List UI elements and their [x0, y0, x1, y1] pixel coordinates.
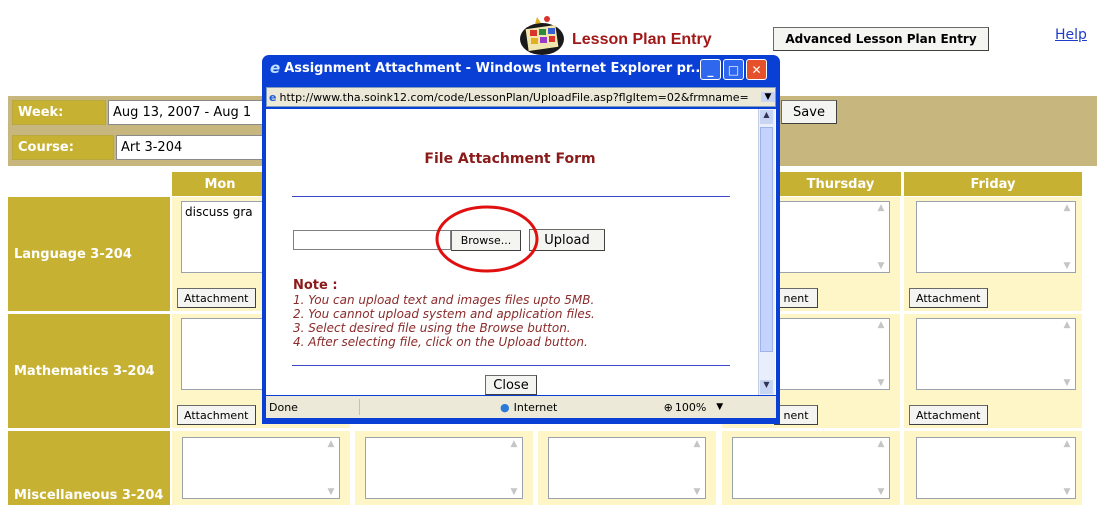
- day-header-thursday: Thursday: [780, 172, 901, 196]
- page-icon: e: [269, 90, 277, 104]
- row-label-language: Language 3-204: [8, 197, 170, 311]
- maximize-icon[interactable]: □: [723, 59, 744, 80]
- divider: [292, 196, 730, 197]
- textarea-miscellaneous-tuesday[interactable]: ▲ ▼: [365, 437, 523, 499]
- status-bar: Done ● Internet ⊕ 100% ▼: [266, 396, 776, 418]
- popup-content: File Attachment Form Browse... Upload No…: [266, 109, 776, 395]
- address-text: http://www.tha.soink12.com/code/LessonPl…: [279, 90, 749, 104]
- textarea-miscellaneous-thursday[interactable]: ▲ ▼: [732, 437, 890, 499]
- scroll-thumb[interactable]: [760, 127, 773, 352]
- day-header-monday: Mon: [172, 172, 268, 196]
- page-title: Lesson Plan Entry: [572, 31, 712, 48]
- zoom-level[interactable]: 100%: [675, 401, 706, 414]
- attachment-button[interactable]: nent: [774, 288, 818, 308]
- attachment-button[interactable]: Attachment: [909, 405, 988, 425]
- attachment-button[interactable]: Attachment: [177, 405, 256, 425]
- textarea-miscellaneous-monday[interactable]: ▲ ▼: [182, 437, 340, 499]
- close-button[interactable]: Close: [485, 375, 537, 395]
- row-label-mathematics: Mathematics 3-204: [8, 314, 170, 428]
- note-line: 3. Select desired file using the Browse …: [293, 321, 571, 335]
- textarea-miscellaneous-friday[interactable]: ▲ ▼: [916, 437, 1076, 499]
- help-link[interactable]: Help: [1055, 27, 1087, 43]
- globe-icon: ●: [500, 400, 510, 414]
- week-label: Week:: [12, 100, 106, 125]
- popup-title: Assignment Attachment - Windows Internet…: [284, 60, 706, 76]
- status-separator: [359, 399, 500, 415]
- divider: [292, 365, 730, 366]
- cell-mathematics-friday: ▲ ▼ Attachment: [904, 314, 1082, 428]
- status-done: Done: [269, 400, 298, 414]
- textarea-miscellaneous-wednesday[interactable]: ▲ ▼: [548, 437, 706, 499]
- cell-miscellaneous-wednesday: ▲ ▼: [538, 431, 716, 505]
- minimize-icon[interactable]: _: [700, 59, 721, 80]
- address-bar[interactable]: e http://www.tha.soink12.com/code/Lesson…: [266, 87, 776, 107]
- cell-miscellaneous-thursday: ▲ ▼: [722, 431, 900, 505]
- file-path-input[interactable]: [293, 230, 451, 250]
- attachment-button[interactable]: nent: [774, 405, 818, 425]
- status-zone: Internet: [513, 400, 558, 414]
- popup-titlebar: e Assignment Attachment - Windows Intern…: [270, 59, 705, 77]
- address-dropdown-icon[interactable]: ▼: [761, 92, 775, 102]
- week-select[interactable]: Aug 13, 2007 - Aug 1: [108, 100, 268, 125]
- cell-miscellaneous-monday: ▲ ▼: [172, 431, 350, 505]
- note-line: 1. You can upload text and images files …: [293, 293, 595, 307]
- day-header-friday: Friday: [904, 172, 1082, 196]
- row-label-miscellaneous: Miscellaneous 3-204: [8, 431, 170, 505]
- highlight-circle: [435, 205, 539, 273]
- ie-icon: e: [270, 59, 281, 77]
- note-heading: Note :: [293, 278, 338, 293]
- cell-miscellaneous-tuesday: ▲ ▼: [355, 431, 533, 505]
- course-select[interactable]: Art 3-204: [116, 135, 268, 160]
- scroll-up-icon[interactable]: ▲: [760, 110, 773, 124]
- attachment-button[interactable]: Attachment: [177, 288, 256, 308]
- note-line: 2. You cannot upload system and applicat…: [293, 307, 595, 321]
- course-label: Course:: [12, 135, 114, 160]
- attachment-button[interactable]: Attachment: [909, 288, 988, 308]
- cell-language-friday: ▲ ▼ Attachment: [904, 197, 1082, 311]
- advanced-lesson-plan-button[interactable]: Advanced Lesson Plan Entry: [773, 27, 989, 51]
- zoom-dropdown-icon[interactable]: ▼: [716, 402, 723, 412]
- textarea-mathematics-friday[interactable]: ▲ ▼: [916, 318, 1076, 390]
- textarea-language-friday[interactable]: ▲ ▼: [916, 201, 1076, 273]
- popup-scrollbar[interactable]: ▲ ▼: [758, 109, 775, 395]
- form-title: File Attachment Form: [424, 151, 596, 167]
- lesson-plan-logo-icon: [517, 13, 567, 57]
- close-icon[interactable]: ✕: [746, 59, 767, 80]
- save-button[interactable]: Save: [781, 100, 837, 124]
- note-line: 4. After selecting file, click on the Up…: [293, 335, 588, 349]
- scroll-down-icon[interactable]: ▼: [760, 380, 773, 394]
- attachment-popup-window: e Assignment Attachment - Windows Intern…: [262, 55, 780, 424]
- zoom-icon: ⊕: [663, 400, 673, 414]
- cell-miscellaneous-friday: ▲ ▼: [904, 431, 1082, 505]
